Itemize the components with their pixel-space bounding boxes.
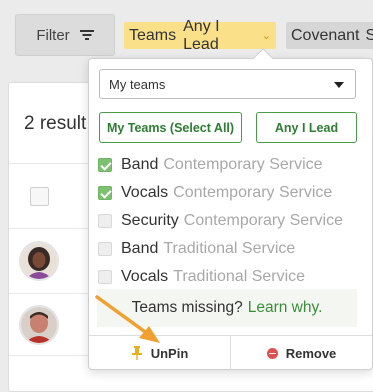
team-option-band-traditional[interactable]: Band Traditional Service <box>98 238 295 260</box>
unpin-button[interactable]: UnPin <box>89 336 230 370</box>
team-option-vocals-contemporary[interactable]: Vocals Contemporary Service <box>98 182 332 204</box>
results-count: 2 result <box>24 113 86 135</box>
team-name: Security <box>121 212 179 230</box>
person-avatar-icon <box>21 307 57 343</box>
service-name: Traditional Service <box>173 268 305 286</box>
filter-button-label: Filter <box>36 27 69 44</box>
covenant-chip-label: Covenant <box>291 27 360 45</box>
remove-button[interactable]: Remove <box>230 336 372 370</box>
select-all-checkbox[interactable] <box>30 187 49 206</box>
service-name: Contemporary Service <box>173 184 332 202</box>
team-scope-select[interactable]: My teams <box>99 69 356 99</box>
team-option-vocals-traditional[interactable]: Vocals Traditional Service <box>98 266 305 288</box>
service-name: Contemporary Service <box>163 156 322 174</box>
toolbar: Filter Teams Any I Lead ⌄ Covenant S <box>0 0 373 60</box>
teams-chip-label: Teams <box>129 27 176 45</box>
checkbox-unchecked[interactable] <box>98 242 112 256</box>
checkbox-unchecked[interactable] <box>98 270 112 284</box>
team-name: Band <box>121 156 158 174</box>
covenant-filter-chip[interactable]: Covenant S <box>286 22 373 49</box>
any-i-lead-button[interactable]: Any I Lead <box>256 112 357 143</box>
service-name: Contemporary Service <box>184 212 343 230</box>
teams-missing-text: Teams missing? <box>132 299 243 317</box>
covenant-chip-value: S <box>366 27 373 45</box>
teams-chip-value: Any I Lead <box>183 18 253 54</box>
person-avatar-icon <box>21 243 57 279</box>
chevron-down-icon: ⌄ <box>262 29 271 42</box>
select-all-label: My Teams (Select All) <box>107 121 234 135</box>
checkbox-checked[interactable] <box>98 186 112 200</box>
team-option-security-contemporary[interactable]: Security Contemporary Service <box>98 210 343 232</box>
my-teams-select-all-button[interactable]: My Teams (Select All) <box>99 112 242 143</box>
avatar[interactable] <box>19 305 59 345</box>
checkbox-checked[interactable] <box>98 158 112 172</box>
avatar[interactable] <box>19 241 59 281</box>
team-scope-value: My teams <box>109 77 165 92</box>
learn-why-link[interactable]: Learn why. <box>248 299 323 317</box>
teams-filter-chip[interactable]: Teams Any I Lead ⌄ <box>124 22 276 49</box>
team-option-band-contemporary[interactable]: Band Contemporary Service <box>98 154 323 176</box>
remove-icon <box>267 348 278 359</box>
service-name: Traditional Service <box>163 240 295 258</box>
any-i-lead-label: Any I Lead <box>275 121 338 135</box>
team-name: Band <box>121 240 158 258</box>
unpin-label: UnPin <box>151 346 189 361</box>
remove-label: Remove <box>286 346 337 361</box>
dropdown-arrow-icon <box>334 82 344 88</box>
team-name: Vocals <box>121 268 168 286</box>
popover-footer: UnPin Remove <box>89 335 372 370</box>
filter-button[interactable]: Filter <box>15 14 115 56</box>
filter-lines-icon <box>80 30 94 40</box>
team-name: Vocals <box>121 184 168 202</box>
teams-filter-popover: My teams My Teams (Select All) Any I Lea… <box>88 58 373 370</box>
pin-icon <box>131 346 143 360</box>
checkbox-unchecked[interactable] <box>98 214 112 228</box>
teams-missing-notice: Teams missing? Learn why. <box>97 289 357 327</box>
